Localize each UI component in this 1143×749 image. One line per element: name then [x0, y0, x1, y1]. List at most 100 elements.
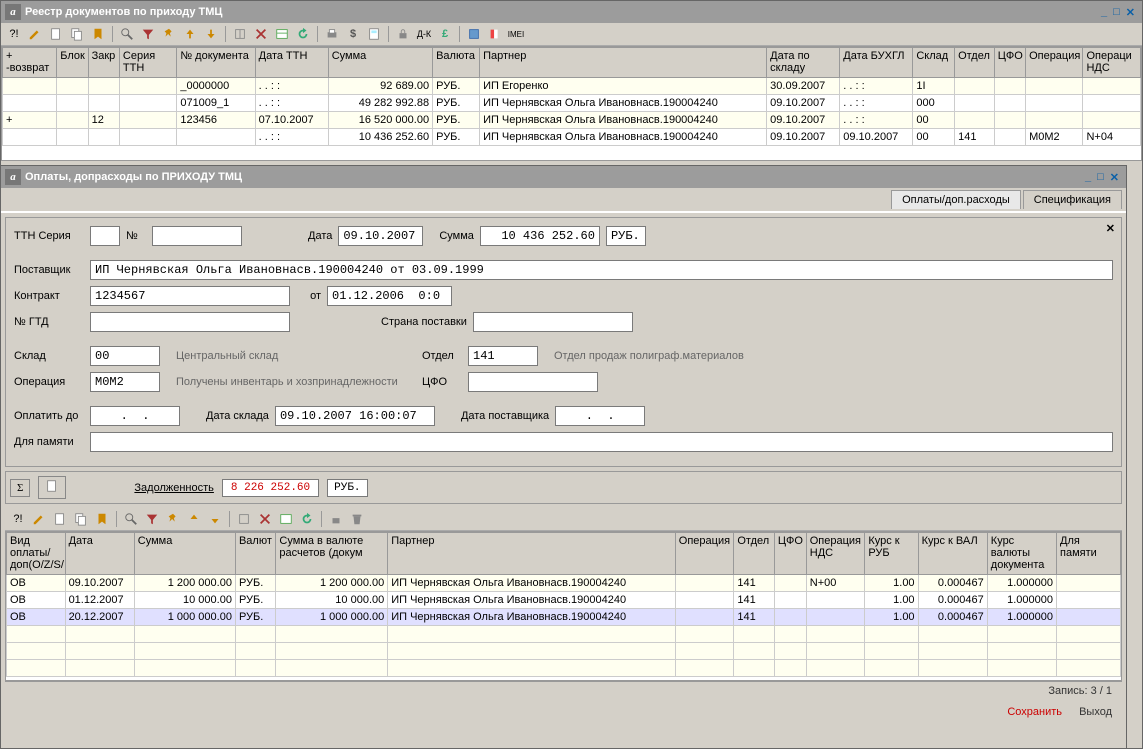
main-grid[interactable]: + -возврат Блок Закр Серия ТТН № докумен…: [1, 46, 1142, 161]
sum-input[interactable]: [480, 226, 600, 246]
sklad-input[interactable]: [90, 346, 160, 366]
close-icon[interactable]: ✕: [1107, 171, 1122, 184]
num-input[interactable]: [152, 226, 242, 246]
table-row[interactable]: _0000000. . : :92 689.00РУБ.ИП Егоренко3…: [3, 78, 1141, 95]
del-icon[interactable]: [256, 510, 274, 528]
close-icon[interactable]: ✕: [1123, 6, 1138, 19]
ot-input[interactable]: [327, 286, 452, 306]
calc-icon[interactable]: [365, 25, 383, 43]
currency-icon[interactable]: $: [344, 25, 362, 43]
col-toggle-icon[interactable]: [231, 25, 249, 43]
sort-desc-icon[interactable]: [206, 510, 224, 528]
table-row[interactable]: ОВ09.10.20071 200 000.00РУБ.1 200 000.00…: [7, 575, 1121, 592]
supplier-input[interactable]: [90, 260, 1113, 280]
pcol-sumv[interactable]: Сумма в валюте расчетов (докум: [276, 533, 388, 575]
tab-payments[interactable]: Оплаты/доп.расходы: [891, 190, 1021, 209]
cfo-input[interactable]: [468, 372, 598, 392]
pcol-kv[interactable]: Курс к ВАЛ: [918, 533, 987, 575]
edit-icon[interactable]: [26, 25, 44, 43]
payto-input[interactable]: [90, 406, 180, 426]
tab-spec[interactable]: Спецификация: [1023, 190, 1122, 209]
col-val[interactable]: Валюта: [433, 48, 480, 78]
help-icon[interactable]: ?!: [5, 25, 23, 43]
filter-icon[interactable]: [139, 25, 157, 43]
country-input[interactable]: [473, 312, 633, 332]
date-input[interactable]: [338, 226, 423, 246]
pcol-vid[interactable]: Вид оплаты/доп(O/Z/S/: [7, 533, 66, 575]
zoom-icon[interactable]: [122, 510, 140, 528]
table-row[interactable]: . . : :10 436 252.60РУБ.ИП Чернявская Ол…: [3, 129, 1141, 146]
sum-cur-input[interactable]: [606, 226, 646, 246]
table-row[interactable]: ОВ01.12.200710 000.00РУБ.10 000.00ИП Чер…: [7, 592, 1121, 609]
flag-icon[interactable]: [486, 25, 504, 43]
col-otdel[interactable]: Отдел: [955, 48, 995, 78]
op-input[interactable]: [90, 372, 160, 392]
col-date[interactable]: Дата ТТН: [255, 48, 328, 78]
print-icon[interactable]: [323, 25, 341, 43]
col-zakr[interactable]: Закр: [88, 48, 119, 78]
bookmark-icon[interactable]: [93, 510, 111, 528]
maximize-icon[interactable]: □: [1110, 6, 1123, 18]
col-seria[interactable]: Серия ТТН: [119, 48, 176, 78]
sort-asc-icon[interactable]: [181, 25, 199, 43]
pin-icon[interactable]: [164, 510, 182, 528]
table-icon[interactable]: [273, 25, 291, 43]
book-icon[interactable]: [465, 25, 483, 43]
zoom-icon[interactable]: [118, 25, 136, 43]
sigma-button[interactable]: Σ: [10, 479, 30, 497]
dsup-input[interactable]: [555, 406, 645, 426]
pcol-partner[interactable]: Партнер: [388, 533, 676, 575]
payments-grid[interactable]: Вид оплаты/доп(O/Z/S/ Дата Сумма Валют С…: [5, 531, 1122, 681]
new-doc-icon[interactable]: [51, 510, 69, 528]
imei-icon[interactable]: IMEI: [507, 25, 525, 43]
help-icon[interactable]: ?!: [9, 510, 27, 528]
table-row[interactable]: ОВ20.12.20071 000 000.00РУБ.1 000 000.00…: [7, 609, 1121, 626]
refresh-icon[interactable]: [294, 25, 312, 43]
col-opnds[interactable]: Операци НДС: [1083, 48, 1141, 78]
new-doc-icon[interactable]: [47, 25, 65, 43]
edit-icon[interactable]: [30, 510, 48, 528]
col-dsklad[interactable]: Дата по складу: [767, 48, 840, 78]
ttn-seria-input[interactable]: [90, 226, 120, 246]
trash-icon[interactable]: [348, 510, 366, 528]
sort-asc-icon[interactable]: [185, 510, 203, 528]
col-cfo[interactable]: ЦФО: [994, 48, 1025, 78]
exit-button[interactable]: Выход: [1079, 706, 1112, 718]
col-num[interactable]: № документа: [177, 48, 255, 78]
key-icon[interactable]: Д-К: [415, 25, 433, 43]
col-return[interactable]: + -возврат: [3, 48, 57, 78]
col-icon[interactable]: [235, 510, 253, 528]
pcol-kd[interactable]: Курс валюты документа: [987, 533, 1056, 575]
filter-icon[interactable]: [143, 510, 161, 528]
col-partner[interactable]: Партнер: [480, 48, 767, 78]
pcol-val[interactable]: Валют: [235, 533, 275, 575]
col-sklad[interactable]: Склад: [913, 48, 955, 78]
save-button[interactable]: Сохранить: [1007, 706, 1062, 718]
col-op[interactable]: Операция: [1026, 48, 1083, 78]
contract-input[interactable]: [90, 286, 290, 306]
minimize-icon[interactable]: _: [1082, 171, 1094, 183]
lock-icon[interactable]: [327, 510, 345, 528]
table-icon[interactable]: [277, 510, 295, 528]
pcol-sum[interactable]: Сумма: [134, 533, 235, 575]
col-block[interactable]: Блок: [57, 48, 88, 78]
col-dbuh[interactable]: Дата БУХГЛ: [840, 48, 913, 78]
minimize-icon[interactable]: _: [1098, 6, 1110, 18]
otdel-input[interactable]: [468, 346, 538, 366]
pcol-kr[interactable]: Курс к РУБ: [865, 533, 918, 575]
lock-icon[interactable]: [394, 25, 412, 43]
pcol-memo[interactable]: Для памяти: [1057, 533, 1121, 575]
bookmark-icon[interactable]: [89, 25, 107, 43]
refresh-icon[interactable]: [298, 510, 316, 528]
del-col-icon[interactable]: [252, 25, 270, 43]
copy-icon[interactable]: [72, 510, 90, 528]
close-panel-icon[interactable]: ✕: [1106, 222, 1115, 235]
copy-icon[interactable]: [68, 25, 86, 43]
col-sum[interactable]: Сумма: [328, 48, 432, 78]
gtd-input[interactable]: [90, 312, 290, 332]
pcol-otdel[interactable]: Отдел: [734, 533, 774, 575]
pcol-opnds[interactable]: Операция НДС: [806, 533, 865, 575]
dsklad-input[interactable]: [275, 406, 435, 426]
doc-button[interactable]: [38, 476, 66, 499]
pin-icon[interactable]: [160, 25, 178, 43]
